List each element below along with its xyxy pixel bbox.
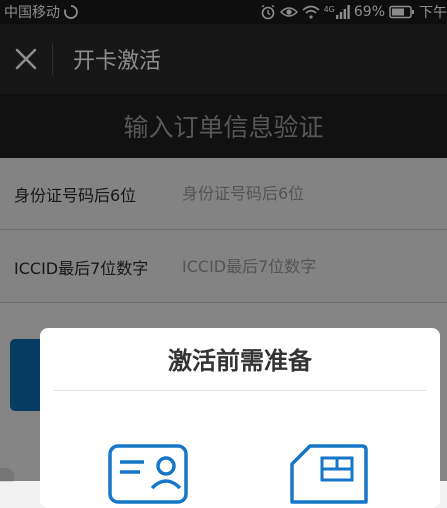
dialog-title: 激活前需准备 xyxy=(168,346,312,375)
id-card-icon xyxy=(108,444,188,508)
sim-card-icon xyxy=(288,444,368,508)
dialog-divider xyxy=(54,390,426,391)
activation-prep-dialog: 激活前需准备 xyxy=(40,328,440,508)
